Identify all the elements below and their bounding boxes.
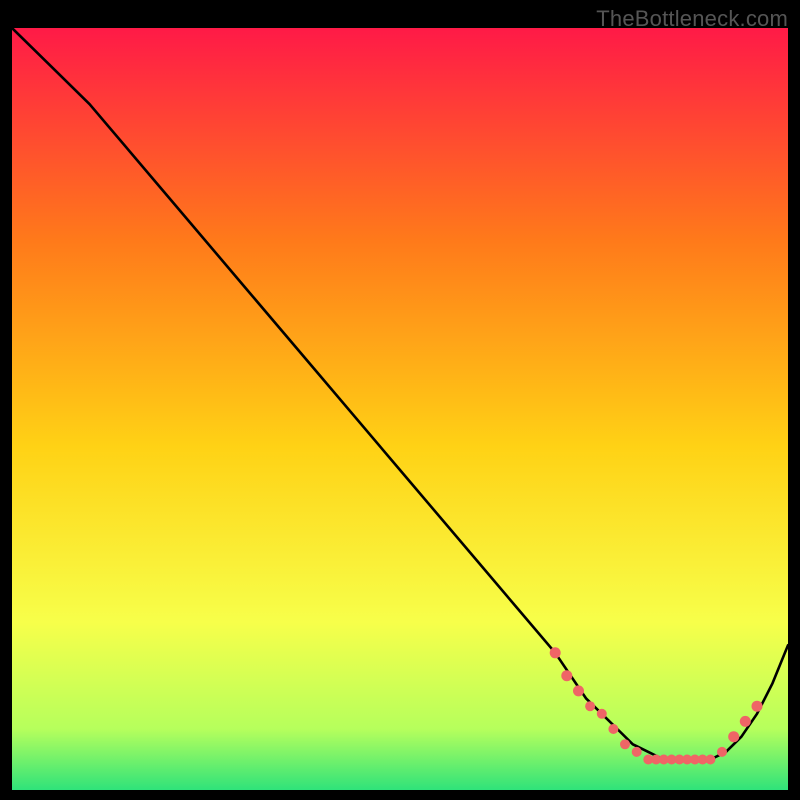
curve-marker xyxy=(740,716,751,727)
curve-marker xyxy=(717,747,727,757)
chart-stage: TheBottleneck.com xyxy=(0,0,800,800)
curve-marker xyxy=(728,731,739,742)
gradient-plot-area xyxy=(12,28,788,790)
curve-marker xyxy=(597,709,607,719)
curve-marker xyxy=(620,739,630,749)
curve-marker xyxy=(752,701,763,712)
curve-marker xyxy=(608,724,618,734)
bottleneck-chart xyxy=(12,28,788,790)
curve-marker xyxy=(573,685,584,696)
watermark-text: TheBottleneck.com xyxy=(596,6,788,32)
curve-marker xyxy=(632,747,642,757)
curve-marker xyxy=(585,701,595,711)
curve-marker xyxy=(705,755,715,765)
curve-marker xyxy=(550,647,561,658)
curve-marker xyxy=(561,670,572,681)
